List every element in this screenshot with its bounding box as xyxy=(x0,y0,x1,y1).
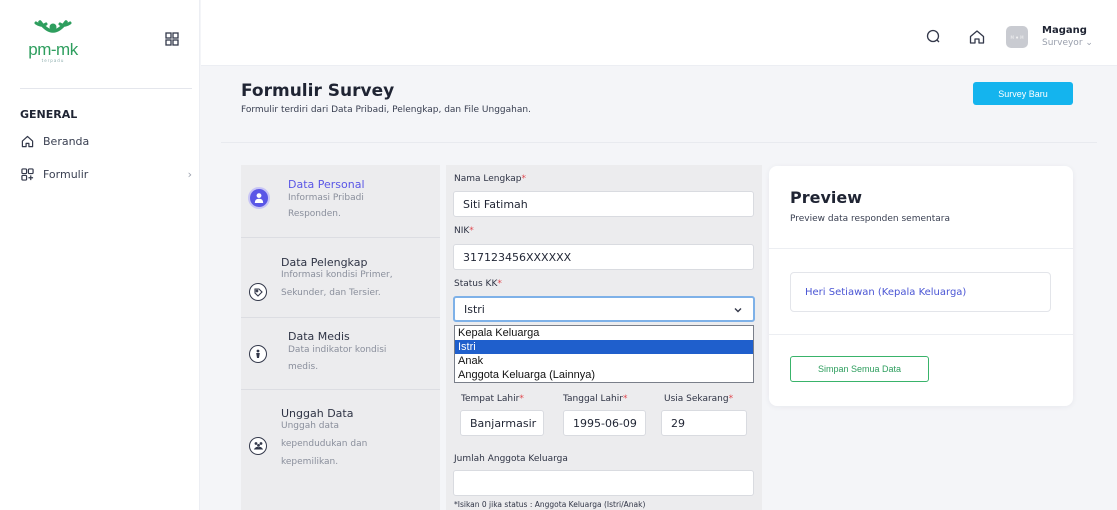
sidebar-item-label: Beranda xyxy=(43,134,90,148)
usia-sekarang-label: Usia Sekarang* xyxy=(664,394,734,404)
preview-divider xyxy=(769,248,1073,249)
logo-text: pm-mk xyxy=(28,40,78,59)
status-kk-dropdown[interactable]: Kepala Keluarga Istri Anak Anggota Kelua… xyxy=(454,325,754,383)
medical-icon xyxy=(249,345,267,363)
preview-subtitle: Preview data responden sementara xyxy=(790,214,950,224)
usia-sekarang-input[interactable]: 29 xyxy=(661,410,747,436)
option-istri[interactable]: Istri xyxy=(455,340,753,354)
sidebar-item-beranda[interactable]: Beranda xyxy=(20,131,192,151)
sidebar-divider xyxy=(20,88,192,89)
preview-divider xyxy=(769,334,1073,335)
tanggal-lahir-label: Tanggal Lahir* xyxy=(563,394,628,404)
logo-mark-icon xyxy=(34,20,72,33)
home-icon xyxy=(20,134,34,148)
grid-menu-icon[interactable] xyxy=(165,31,179,46)
step-divider xyxy=(241,237,440,238)
jumlah-hint: *Isikan 0 jika status : Anggota Keluarga… xyxy=(454,500,646,509)
page-description: Formulir terdiri dari Data Pribadi, Pele… xyxy=(241,105,531,115)
step-desc-line: medis. xyxy=(288,362,319,372)
user-icon xyxy=(248,187,270,209)
step-desc-line: Responden. xyxy=(288,209,341,219)
sidebar-item-label: Formulir xyxy=(43,167,89,181)
sidebar: pm-mk terpadu GENERAL Beranda Formulir › xyxy=(0,0,200,510)
status-kk-label: Status KK* xyxy=(454,279,502,289)
people-icon xyxy=(249,437,267,455)
user-name[interactable]: Magang xyxy=(1042,25,1087,36)
header-divider xyxy=(221,142,1097,143)
avatar[interactable]: M ♦ M xyxy=(1006,26,1028,48)
step-desc-line: kependudukan dan xyxy=(281,439,368,449)
preview-title: Preview xyxy=(790,188,863,207)
step-desc-line: Informasi kondisi Primer, xyxy=(281,270,393,280)
option-anggota-keluarga-lainnya[interactable]: Anggota Keluarga (Lainnya) xyxy=(455,368,753,382)
tanggal-lahir-input[interactable]: 1995-06-09 xyxy=(563,410,646,436)
sidebar-section-general: GENERAL xyxy=(20,108,78,121)
survey-baru-button[interactable]: Survey Baru xyxy=(973,82,1073,105)
logo[interactable]: pm-mk terpadu xyxy=(20,18,86,66)
chevron-right-icon: › xyxy=(187,167,192,181)
home-icon[interactable] xyxy=(969,29,985,45)
search-icon[interactable] xyxy=(926,29,942,45)
step-desc-line: Sekunder, dan Tersier. xyxy=(281,288,381,298)
nik-input[interactable]: 317123456XXXXXX xyxy=(453,244,754,270)
grid-icon xyxy=(20,167,34,181)
nik-label: NIK* xyxy=(454,226,474,236)
step-desc-line: kepemilikan. xyxy=(281,457,339,467)
status-kk-select[interactable]: Istri xyxy=(453,296,755,322)
step-divider xyxy=(241,317,440,318)
nama-label: Nama Lengkap* xyxy=(454,174,526,184)
chevron-down-icon xyxy=(734,308,742,313)
steps-panel: Data Personal Informasi Pribadi Responde… xyxy=(241,165,440,510)
step-desc-line: Data indikator kondisi xyxy=(288,345,387,355)
jumlah-anggota-input[interactable] xyxy=(453,470,754,496)
tempat-lahir-input[interactable]: Banjarmasir xyxy=(460,410,544,436)
jumlah-anggota-label: Jumlah Anggota Keluarga xyxy=(454,454,568,464)
preview-card: Preview Preview data responden sementara… xyxy=(769,166,1073,406)
option-anak[interactable]: Anak xyxy=(455,354,753,368)
tempat-lahir-label: Tempat Lahir* xyxy=(461,394,524,404)
step-desc-line: Unggah data xyxy=(281,421,340,431)
simpan-semua-data-button[interactable]: Simpan Semua Data xyxy=(790,356,929,382)
page-title: Formulir Survey xyxy=(241,81,395,101)
sidebar-item-formulir[interactable]: Formulir › xyxy=(20,164,192,184)
topbar: M ♦ M Magang Surveyor ⌄ xyxy=(201,0,1117,66)
option-kepala-keluarga[interactable]: Kepala Keluarga xyxy=(455,326,753,340)
step-desc-line: Informasi Pribadi xyxy=(288,193,364,203)
user-role-dropdown[interactable]: Surveyor ⌄ xyxy=(1042,38,1093,48)
status-kk-value: Istri xyxy=(464,302,485,316)
nama-lengkap-input[interactable]: Siti Fatimah xyxy=(453,191,754,217)
preview-item[interactable]: Heri Setiawan (Kepala Keluarga) xyxy=(790,272,1051,312)
logo-subtext: terpadu xyxy=(41,58,65,63)
tag-icon xyxy=(249,283,267,301)
step-divider xyxy=(241,389,440,390)
